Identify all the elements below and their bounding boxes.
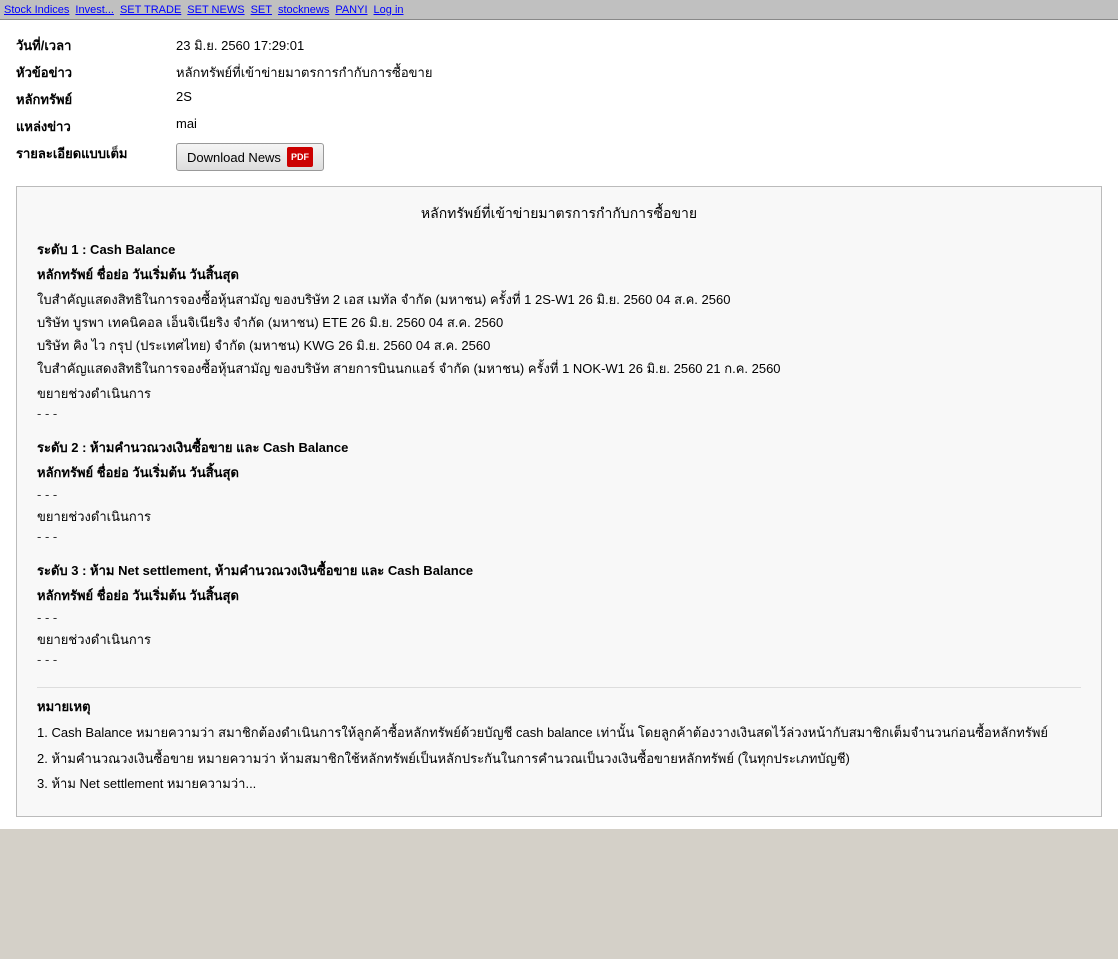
level2-section: ระดับ 2 : ห้ามคำนวณวงเงินซื้อขาย และ Cas…	[37, 437, 1081, 544]
nav-invest[interactable]: Invest...	[75, 4, 114, 16]
main-content-box: หลักทรัพย์ที่เข้าข่ายมาตรการกำกับการซื้อ…	[16, 186, 1102, 817]
download-btn-label: Download News	[187, 150, 281, 165]
level2-extend-label: ขยายช่วงดำเนินการ	[37, 506, 1081, 527]
level1-section: ระดับ 1 : Cash Balance หลักทรัพย์ ชื่อย่…	[37, 239, 1081, 421]
datetime-value: 23 มิ.ย. 2560 17:29:01	[176, 32, 1102, 59]
level2-header: ระดับ 2 : ห้ามคำนวณวงเงินซื้อขาย และ Cas…	[37, 437, 1081, 458]
source-value: mai	[176, 113, 1102, 140]
nav-panyi[interactable]: PANYI	[335, 4, 367, 16]
note-item-2: 2. ห้ามคำนวณวงเงินซื้อขาย หมายความว่า ห้…	[37, 749, 1081, 769]
level1-row-1: ใบสำคัญแสดงสิทธิในการจองซื้อหุ้นสามัญ ขอ…	[37, 289, 1081, 310]
nav-login[interactable]: Log in	[374, 4, 404, 16]
level1-row-2: บริษัท บูรพา เทคนิคอล เอ็นจิเนียริง จำกั…	[37, 312, 1081, 333]
content-area: วันที่/เวลา 23 มิ.ย. 2560 17:29:01 หัวข้…	[0, 20, 1118, 829]
nav-set[interactable]: SET	[251, 4, 272, 16]
detail-value: Download News PDF	[176, 140, 1102, 174]
datetime-label: วันที่/เวลา	[16, 32, 176, 59]
level1-dashes: - - -	[37, 406, 1081, 421]
level1-col-header: หลักทรัพย์ ชื่อย่อ วันเริ่มต้น วันสิ้นสุ…	[37, 264, 1081, 285]
level3-section: ระดับ 3 : ห้าม Net settlement, ห้ามคำนวณ…	[37, 560, 1081, 667]
nav-stocknews[interactable]: stocknews	[278, 4, 329, 16]
pdf-icon-label: PDF	[291, 152, 309, 162]
level2-dashes2: - - -	[37, 529, 1081, 544]
note-item-3: 3. ห้าม Net settlement หมายความว่า...	[37, 774, 1081, 794]
level1-row-4: ใบสำคัญแสดงสิทธิในการจองซื้อหุ้นสามัญ ขอ…	[37, 358, 1081, 379]
level3-header: ระดับ 3 : ห้าม Net settlement, ห้ามคำนวณ…	[37, 560, 1081, 581]
level1-row-3: บริษัท คิง ไว กรุป (ประเทศไทย) จำกัด (มห…	[37, 335, 1081, 356]
level2-col-header: หลักทรัพย์ ชื่อย่อ วันเริ่มต้น วันสิ้นสุ…	[37, 462, 1081, 483]
notes-section: หมายเหตุ 1. Cash Balance หมายความว่า สมา…	[37, 687, 1081, 794]
download-news-button[interactable]: Download News PDF	[176, 143, 324, 171]
security-value: 2S	[176, 86, 1102, 113]
level3-dashes: - - -	[37, 610, 1081, 625]
top-nav-bar: Stock Indices Invest... SET TRADE SET NE…	[0, 0, 1118, 20]
box-title: หลักทรัพย์ที่เข้าข่ายมาตรการกำกับการซื้อ…	[37, 203, 1081, 225]
source-label: แหล่งข่าว	[16, 113, 176, 140]
level3-dashes2: - - -	[37, 652, 1081, 667]
level2-dashes: - - -	[37, 487, 1081, 502]
security-label: หลักทรัพย์	[16, 86, 176, 113]
level3-col-header: หลักทรัพย์ ชื่อย่อ วันเริ่มต้น วันสิ้นสุ…	[37, 585, 1081, 606]
nav-set-trade[interactable]: SET TRADE	[120, 4, 181, 16]
detail-label: รายละเอียดแบบเต็ม	[16, 140, 176, 174]
nav-stock-indices[interactable]: Stock Indices	[4, 4, 69, 16]
notes-title: หมายเหตุ	[37, 696, 1081, 717]
level1-extend-label: ขยายช่วงดำเนินการ	[37, 383, 1081, 404]
level1-header: ระดับ 1 : Cash Balance	[37, 239, 1081, 260]
pdf-icon: PDF	[287, 147, 313, 167]
note-item-1: 1. Cash Balance หมายความว่า สมาชิกต้องดำ…	[37, 723, 1081, 743]
headline-value: หลักทรัพย์ที่เข้าข่ายมาตรการกำกับการซื้อ…	[176, 59, 1102, 86]
meta-table: วันที่/เวลา 23 มิ.ย. 2560 17:29:01 หัวข้…	[16, 32, 1102, 174]
headline-label: หัวข้อข่าว	[16, 59, 176, 86]
level3-extend-label: ขยายช่วงดำเนินการ	[37, 629, 1081, 650]
nav-set-news[interactable]: SET NEWS	[187, 4, 244, 16]
